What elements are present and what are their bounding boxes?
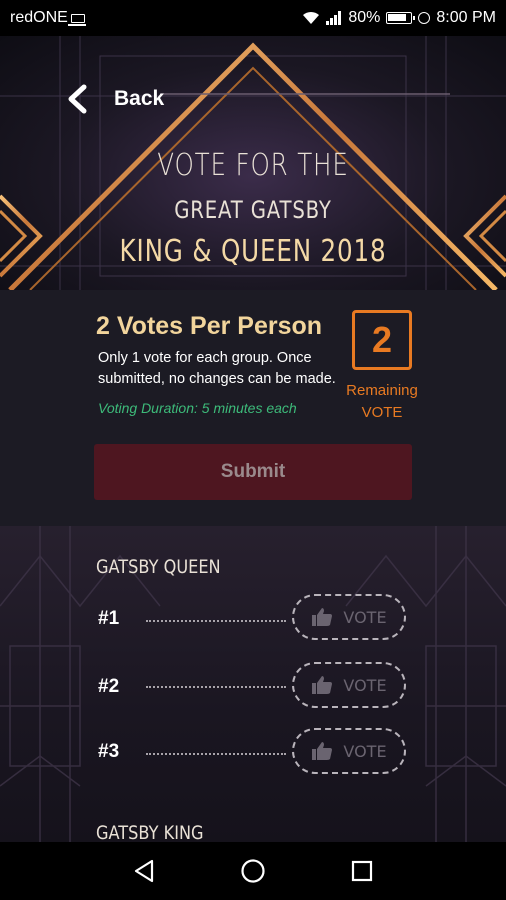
battery-percent: 80% <box>348 9 381 26</box>
remaining-votes-count: 2 <box>352 310 412 370</box>
rank-label: #3 <box>98 741 120 762</box>
vote-button-label: VOTE <box>343 675 387 695</box>
thumbs-up-icon <box>312 676 333 694</box>
laptop-icon <box>67 13 86 26</box>
votes-per-person-title: 2 Votes Per Person <box>96 312 323 340</box>
voting-rules-text: Only 1 vote for each group. Once submitt… <box>98 350 336 387</box>
remaining-label-line1: Remaining <box>346 382 418 399</box>
status-time: 8:00 PM <box>436 9 496 26</box>
vote-info-panel: 2 Votes Per Person Only 1 vote for each … <box>0 290 506 526</box>
circle-home-icon <box>241 859 265 883</box>
vote-button-label: VOTE <box>343 607 387 627</box>
status-right: 80% 8:00 PM <box>302 9 496 27</box>
vote-button[interactable]: VOTE <box>292 728 406 774</box>
title-line-2: GREAT GATSBY <box>174 196 332 224</box>
nav-home-button[interactable] <box>238 856 268 886</box>
carrier-name: redONE <box>10 9 68 26</box>
art-deco-pattern <box>0 526 506 842</box>
back-label: Back <box>114 87 165 110</box>
nominee-placeholder-line <box>146 753 286 755</box>
group-title-king: GATSBY KING <box>96 822 204 842</box>
status-left: redONE <box>10 9 86 27</box>
voting-duration: Voting Duration: 5 minutes each <box>98 400 297 416</box>
wifi-icon <box>303 11 320 24</box>
status-bar: redONE 80% 8:00 PM <box>0 0 506 36</box>
remaining-votes-label: Remaining VOTE <box>332 380 432 424</box>
thumbs-up-icon <box>312 608 333 626</box>
nominee-list[interactable]: GATSBY QUEEN #1 VOTE #2 VOTE #3 VOTE GAT… <box>0 526 506 842</box>
chevron-left-icon <box>68 84 87 114</box>
nav-back-button[interactable] <box>129 856 159 886</box>
remaining-label-line2: VOTE <box>361 404 403 421</box>
navigation-bar <box>0 842 506 900</box>
square-recents-icon <box>351 860 372 882</box>
nominee-placeholder-line <box>146 686 286 688</box>
vote-button[interactable]: VOTE <box>292 662 406 708</box>
back-button[interactable]: Back <box>64 84 164 114</box>
thumbs-up-icon <box>312 742 333 760</box>
nominee-placeholder-line <box>146 620 286 622</box>
title-line-1: VOTE FOR THE <box>157 148 349 183</box>
nav-recents-button[interactable] <box>347 856 377 886</box>
rank-label: #2 <box>98 676 120 697</box>
header-banner: Back VOTE FOR THE GREAT GATSBY KING & QU… <box>0 36 506 290</box>
signal-icon <box>326 11 342 25</box>
group-title-queen: GATSBY QUEEN <box>96 556 221 578</box>
title-line-3: KING & QUEEN 2018 <box>119 234 387 269</box>
triangle-back-icon <box>135 859 154 883</box>
clock-icon <box>418 12 431 24</box>
vote-button-label: VOTE <box>343 741 387 761</box>
rank-label: #1 <box>98 608 120 629</box>
submit-button[interactable]: Submit <box>94 444 412 500</box>
battery-icon <box>386 12 416 24</box>
vote-button[interactable]: VOTE <box>292 594 406 640</box>
